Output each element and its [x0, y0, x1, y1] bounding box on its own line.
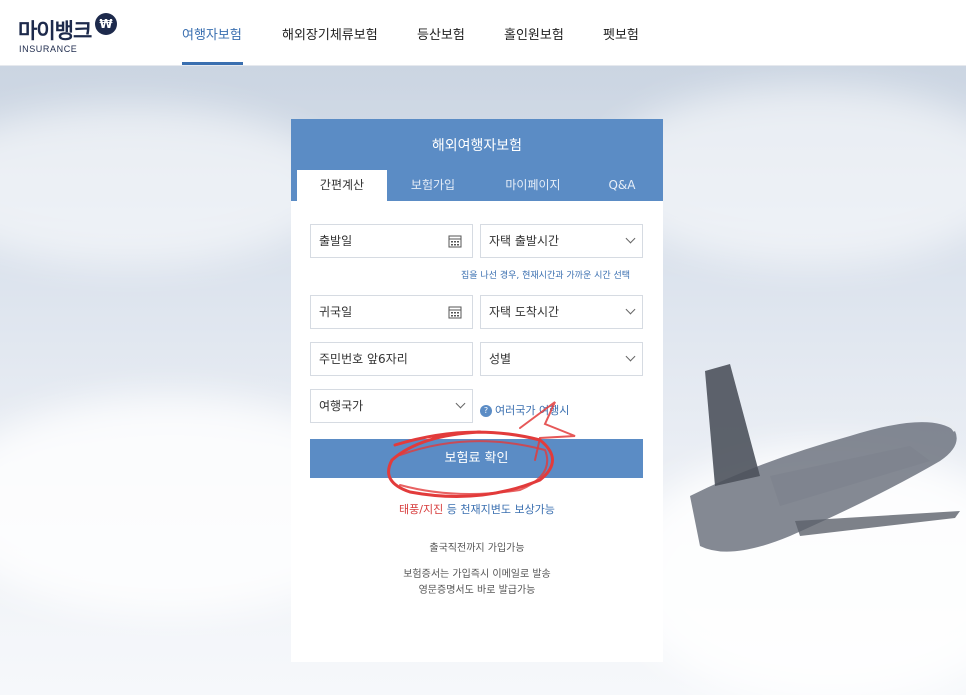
calendar-icon — [448, 235, 462, 248]
nav-hiking-insurance[interactable]: 등산보험 — [417, 24, 465, 43]
nav-long-stay-insurance[interactable]: 해외장기체류보험 — [282, 24, 378, 43]
logo-subtitle: INSURANCE — [19, 44, 78, 54]
departure-date-placeholder: 출발일 — [319, 234, 353, 248]
multi-country-link[interactable]: ? 여러국가 여행시 — [480, 402, 569, 418]
notice-highlight: 태풍/지진 — [399, 503, 444, 516]
nav-travel-insurance[interactable]: 여행자보험 — [182, 24, 242, 43]
arrival-time-select[interactable]: 자택 도착시간 — [480, 295, 643, 329]
info-line: 출국직전까지 가입가능 — [429, 543, 525, 554]
card-title: 해외여행자보험 — [431, 138, 523, 154]
id-number-placeholder: 주민번호 앞6자리 — [319, 352, 408, 366]
travel-country-value: 여행국가 — [319, 399, 364, 413]
question-icon: ? — [480, 405, 492, 417]
tab-sign-up[interactable]: 보험가입 — [387, 170, 479, 201]
nav-active-indicator — [182, 62, 243, 65]
info-line: 영문증명서도 바로 발급가능 — [418, 585, 536, 596]
site-header: 마이뱅크 ₩ INSURANCE 여행자보험 해외장기체류보험 등산보험 홀인원… — [0, 0, 966, 66]
logo-wordmark: 마이뱅크 — [18, 19, 92, 43]
arrival-time-value: 자택 도착시간 — [489, 305, 560, 319]
brand-logo[interactable]: 마이뱅크 ₩ INSURANCE — [18, 13, 128, 57]
id-number-input[interactable]: 주민번호 앞6자리 — [310, 342, 473, 376]
tab-my-page[interactable]: 마이페이지 — [479, 170, 587, 201]
calendar-icon — [448, 306, 462, 319]
travel-country-select[interactable]: 여행국가 — [310, 389, 473, 423]
return-date-placeholder: 귀국일 — [319, 305, 353, 319]
tab-qna[interactable]: Q&A — [587, 170, 657, 201]
multi-country-label: 여러국가 여행시 — [495, 404, 570, 417]
departure-time-value: 자택 출발시간 — [489, 234, 560, 248]
gender-value: 성별 — [489, 352, 512, 366]
departure-date-field[interactable]: 출발일 — [310, 224, 473, 258]
disaster-coverage-notice: 태풍/지진 등 천재지변도 보상가능 — [291, 501, 663, 517]
nav-hole-in-one-insurance[interactable]: 홀인원보험 — [504, 24, 564, 43]
chevron-down-icon — [625, 351, 636, 362]
won-badge-icon: ₩ — [95, 13, 117, 35]
chevron-down-icon — [455, 398, 466, 409]
check-premium-button[interactable]: 보험료 확인 — [310, 439, 643, 478]
quote-card: 해외여행자보험 간편계산 보험가입 마이페이지 Q&A 출발일 자택 출발시간 … — [291, 119, 663, 662]
nav-pet-insurance[interactable]: 펫보험 — [603, 24, 639, 43]
info-line: 보험증서는 가입즉시 이메일로 발송 — [403, 569, 551, 580]
gender-select[interactable]: 성별 — [480, 342, 643, 376]
notice-text: 등 천재지변도 보상가능 — [443, 503, 555, 516]
departure-time-select[interactable]: 자택 출발시간 — [480, 224, 643, 258]
card-header: 해외여행자보험 간편계산 보험가입 마이페이지 Q&A — [291, 119, 663, 201]
chevron-down-icon — [625, 233, 636, 244]
time-selection-hint: 집을 나선 경우, 현재시간과 가까운 시간 선택 — [461, 271, 631, 281]
chevron-down-icon — [625, 304, 636, 315]
tab-quick-calc[interactable]: 간편계산 — [297, 170, 387, 201]
return-date-field[interactable]: 귀국일 — [310, 295, 473, 329]
